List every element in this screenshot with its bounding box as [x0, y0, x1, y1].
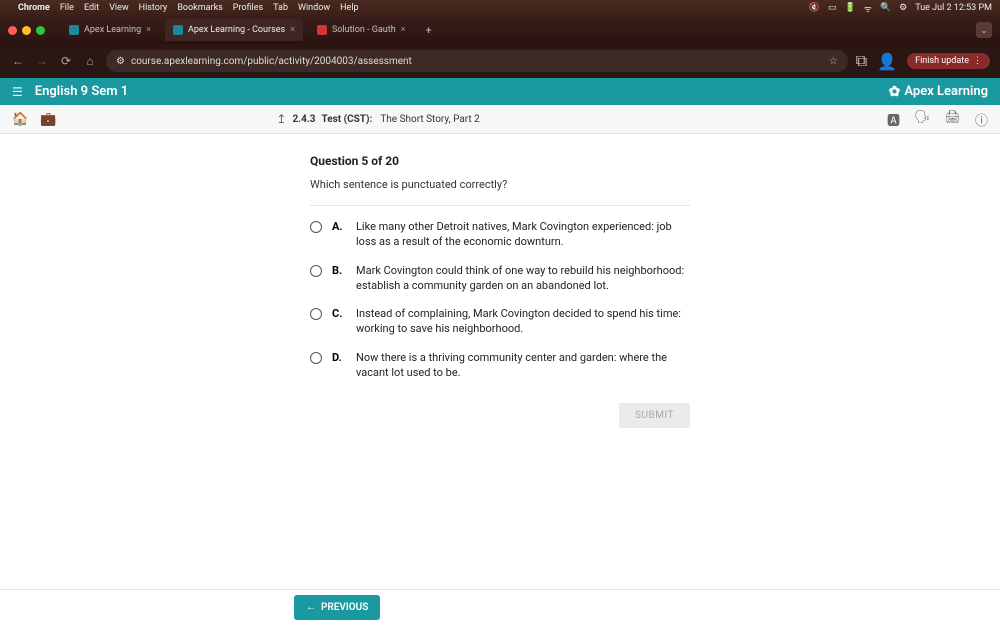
minimize-window-icon[interactable]: [22, 26, 31, 35]
window-dropdown-icon[interactable]: ⌄: [976, 22, 992, 38]
favicon-icon: [69, 25, 79, 35]
close-tab-icon[interactable]: ×: [146, 25, 151, 35]
finish-update-button[interactable]: Finish update ⋮: [907, 53, 990, 69]
radio-c[interactable]: [310, 308, 322, 320]
browser-tabstrip: Apex Learning × Apex Learning - Courses …: [0, 16, 1000, 44]
briefcase-icon[interactable]: 💼: [40, 112, 56, 127]
question-prompt: Which sentence is punctuated correctly?: [310, 178, 690, 191]
activity-title: The Short Story, Part 2: [380, 114, 479, 125]
menu-view[interactable]: View: [109, 3, 128, 13]
menu-profiles[interactable]: Profiles: [233, 3, 263, 13]
control-center-icon[interactable]: ⚙: [899, 3, 907, 13]
choice-text: Mark Covington could think of one way to…: [356, 264, 690, 294]
choice-text: Instead of complaining, Mark Covington d…: [356, 307, 690, 337]
choice-text: Now there is a thriving community center…: [356, 351, 690, 381]
new-tab-button[interactable]: +: [419, 24, 437, 37]
choice-letter: B.: [332, 264, 346, 277]
home-icon[interactable]: 🏠: [12, 112, 28, 127]
screen-icon[interactable]: ▭: [828, 3, 837, 13]
radio-b[interactable]: [310, 265, 322, 277]
window-controls: [8, 26, 45, 35]
menu-bookmarks[interactable]: Bookmarks: [177, 3, 222, 13]
tab-title: Apex Learning - Courses: [188, 25, 285, 35]
mac-menubar: Chrome File Edit View History Bookmarks …: [0, 0, 1000, 16]
apex-logo-icon: ✿: [889, 84, 901, 100]
search-icon[interactable]: 🔍: [880, 3, 891, 13]
url-text: course.apexlearning.com/public/activity/…: [131, 56, 412, 67]
course-title: English 9 Sem 1: [35, 84, 128, 99]
maximize-window-icon[interactable]: [36, 26, 45, 35]
menu-toggle-icon[interactable]: ☰: [12, 85, 23, 99]
back-button[interactable]: ←: [10, 54, 26, 68]
finish-update-label: Finish update: [915, 56, 969, 66]
choice-letter: A.: [332, 220, 346, 233]
close-tab-icon[interactable]: ×: [290, 25, 295, 35]
favicon-icon: [317, 25, 327, 35]
help-icon[interactable]: ⓘ: [975, 110, 988, 129]
choice-text: Like many other Detroit natives, Mark Co…: [356, 220, 690, 250]
submit-button[interactable]: SUBMIT: [619, 403, 690, 428]
choice-letter: C.: [332, 307, 346, 320]
activity-code: 2.4.3: [292, 114, 315, 125]
home-button[interactable]: ⌂: [82, 54, 98, 68]
menu-window[interactable]: Window: [298, 3, 330, 13]
battery-icon[interactable]: 🔋: [845, 3, 856, 13]
translate-icon[interactable]: 🅰: [887, 110, 900, 129]
kebab-icon: ⋮: [973, 56, 982, 66]
menu-tab[interactable]: Tab: [273, 3, 288, 13]
up-arrow-icon[interactable]: ↥: [276, 112, 286, 126]
address-bar[interactable]: ⚙ course.apexlearning.com/public/activit…: [106, 50, 848, 72]
bookmark-icon[interactable]: ☆: [829, 56, 838, 67]
apex-logo[interactable]: ✿ Apex Learning: [889, 84, 988, 100]
read-aloud-icon[interactable]: 🗣: [914, 110, 931, 129]
profile-icon[interactable]: 👤: [877, 52, 897, 71]
print-icon[interactable]: 🖨: [944, 110, 961, 129]
divider: [310, 205, 690, 206]
tab-title: Solution - Gauth: [332, 25, 396, 35]
site-info-icon[interactable]: ⚙: [116, 56, 125, 67]
menu-edit[interactable]: Edit: [84, 3, 99, 13]
breadcrumb-bar: 🏠 💼 ↥ 2.4.3 Test (CST): The Short Story,…: [0, 105, 1000, 134]
previous-label: PREVIOUS: [321, 602, 368, 613]
favicon-icon: [173, 25, 183, 35]
close-tab-icon[interactable]: ×: [401, 25, 406, 35]
question-area: Question 5 of 20 Which sentence is punct…: [0, 134, 1000, 428]
previous-button[interactable]: ← PREVIOUS: [294, 595, 380, 620]
mute-icon[interactable]: 🔇: [809, 3, 820, 13]
question-header: Question 5 of 20: [310, 154, 690, 168]
menu-help[interactable]: Help: [340, 3, 358, 13]
back-arrow-icon: ←: [306, 602, 316, 613]
clock[interactable]: Tue Jul 2 12:53 PM: [915, 3, 992, 13]
radio-a[interactable]: [310, 221, 322, 233]
tab-apex-learning[interactable]: Apex Learning ×: [61, 19, 159, 41]
wifi-icon[interactable]: ᯤ: [864, 2, 872, 15]
menu-history[interactable]: History: [139, 3, 168, 13]
radio-d[interactable]: [310, 352, 322, 364]
choice-d[interactable]: D. Now there is a thriving community cen…: [310, 351, 690, 381]
tab-title: Apex Learning: [84, 25, 141, 35]
menu-file[interactable]: File: [60, 3, 74, 13]
reload-button[interactable]: ⟳: [58, 54, 74, 68]
footer-bar: ← PREVIOUS: [0, 589, 1000, 625]
activity-type: Test (CST):: [321, 114, 372, 125]
tab-apex-courses[interactable]: Apex Learning - Courses ×: [165, 19, 303, 41]
browser-toolbar: ← → ⟳ ⌂ ⚙ course.apexlearning.com/public…: [0, 44, 1000, 78]
forward-button: →: [34, 54, 50, 68]
choice-b[interactable]: B. Mark Covington could think of one way…: [310, 264, 690, 294]
close-window-icon[interactable]: [8, 26, 17, 35]
choice-a[interactable]: A. Like many other Detroit natives, Mark…: [310, 220, 690, 250]
app-name[interactable]: Chrome: [18, 3, 50, 13]
choice-letter: D.: [332, 351, 346, 364]
tab-gauth[interactable]: Solution - Gauth ×: [309, 19, 414, 41]
extensions-icon[interactable]: ⧉: [856, 51, 867, 71]
choice-c[interactable]: C. Instead of complaining, Mark Covingto…: [310, 307, 690, 337]
course-header: ☰ English 9 Sem 1 ✿ Apex Learning: [0, 78, 1000, 105]
apex-brand-text: Apex Learning: [904, 84, 988, 99]
